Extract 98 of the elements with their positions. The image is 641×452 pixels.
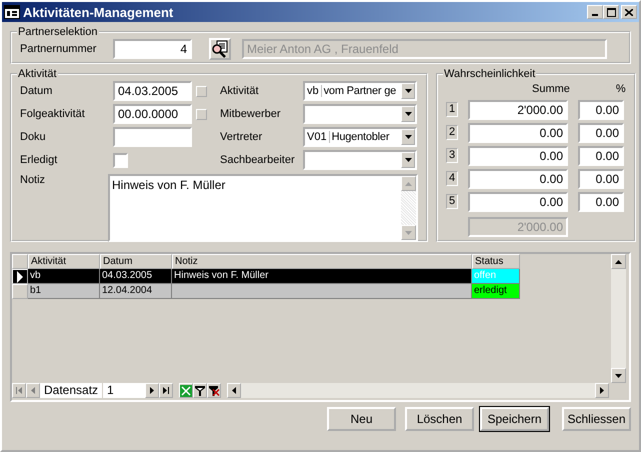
maximize-button[interactable] <box>603 5 619 19</box>
minimize-button[interactable] <box>587 5 603 19</box>
group-legend: Aktivität <box>17 68 58 80</box>
action-button[interactable]: Speichern <box>480 407 549 431</box>
caret-icon <box>404 158 412 162</box>
field-label: Notiz <box>20 174 46 188</box>
right-arrow-icon <box>600 387 604 394</box>
up-arrow-icon <box>405 182 412 186</box>
last-icon <box>163 387 170 394</box>
first-record-button[interactable] <box>12 383 26 398</box>
level-number: 4 <box>446 171 458 186</box>
sum-field[interactable]: 0.00 <box>468 122 568 142</box>
scrollbar[interactable] <box>401 176 416 240</box>
calendar-button[interactable] <box>196 108 207 120</box>
level-number: 2 <box>446 125 458 140</box>
partner-number-field[interactable]: 4 <box>113 39 192 59</box>
first-icon <box>16 387 22 394</box>
right-arrow-icon <box>150 387 154 394</box>
left-arrow-icon <box>232 387 236 394</box>
filter-off-icon <box>208 386 220 396</box>
column-header: Summe <box>532 83 570 95</box>
column-header[interactable]: Status <box>472 254 520 269</box>
filter-button[interactable] <box>193 383 208 398</box>
checkbox[interactable] <box>113 152 128 168</box>
table-cell: vb <box>28 269 100 284</box>
sum-field[interactable]: 0.00 <box>468 192 568 212</box>
note-field[interactable]: Hinweis von F. Müller <box>108 174 418 242</box>
search-button[interactable] <box>209 38 231 60</box>
column-header[interactable]: Datum <box>100 254 172 269</box>
field-label: Sachbearbeiter <box>220 154 296 166</box>
field-label: Erledigt <box>20 154 58 166</box>
action-button[interactable]: Schliessen <box>562 407 631 431</box>
clear-filter-button[interactable] <box>207 383 222 398</box>
table-cell: 12.04.2004 <box>100 284 172 299</box>
window-icon <box>4 5 20 19</box>
level-number: 1 <box>446 102 458 117</box>
action-button[interactable]: Neu <box>327 407 396 431</box>
record-label: Datensatz <box>40 383 102 398</box>
action-button[interactable]: Löschen <box>405 407 474 431</box>
percent-field[interactable]: 0.00 <box>578 168 624 188</box>
percent-field[interactable]: 0.00 <box>578 146 624 166</box>
field-label: Mitbewerber <box>220 108 282 120</box>
dropdown[interactable]: vb vom Partner ge <box>303 81 417 101</box>
close-button[interactable] <box>621 5 637 19</box>
date-field[interactable]: 04.03.2005 <box>113 81 192 101</box>
date-field[interactable]: 00.00.0000 <box>113 104 192 124</box>
column-header[interactable]: Notiz <box>172 254 472 269</box>
sum-field[interactable]: 0.00 <box>468 168 568 188</box>
group-legend: Partnerselektion <box>17 26 98 38</box>
table-cell: 04.03.2005 <box>100 269 172 284</box>
sum-field[interactable]: 0.00 <box>468 146 568 166</box>
level-number: 5 <box>446 194 458 209</box>
level-number: 3 <box>446 148 458 163</box>
status-cell: offen <box>472 269 520 284</box>
calendar-button[interactable] <box>196 86 207 96</box>
group-legend: Wahrscheinlichkeit <box>443 68 536 80</box>
down-arrow-icon <box>405 230 412 234</box>
previous-record-button[interactable] <box>26 383 40 398</box>
current-row-icon <box>16 270 24 282</box>
sum-field[interactable]: 2'000.00 <box>468 100 568 120</box>
up-arrow-icon <box>615 260 622 264</box>
field-label: Aktivität <box>220 85 260 97</box>
field-label: Partnernummer <box>20 43 98 55</box>
record-number-field[interactable]: 1 <box>102 383 146 398</box>
window-title: Aktivitäten-Management <box>23 4 174 20</box>
row-indicator[interactable] <box>12 269 28 284</box>
dropdown[interactable] <box>303 150 417 170</box>
caret-icon <box>404 89 412 93</box>
table-cell: b1 <box>28 284 100 299</box>
field-label: Folgeaktivität <box>20 108 86 120</box>
percent-field[interactable]: 0.00 <box>578 100 624 120</box>
field-label: Doku <box>20 131 47 143</box>
horizontal-scrollbar[interactable] <box>227 383 609 398</box>
vertical-scrollbar[interactable] <box>611 254 626 383</box>
percent-field[interactable]: 0.00 <box>578 192 624 212</box>
column-header[interactable]: Aktivität <box>28 254 100 269</box>
dropdown[interactable]: V01 Hugentobler <box>303 127 417 147</box>
dropdown[interactable] <box>303 104 417 124</box>
status-cell: erledigt <box>472 284 520 299</box>
partner-name-field: Meier Anton AG , Frauenfeld <box>242 39 607 59</box>
column-header: % <box>616 83 626 95</box>
down-arrow-icon <box>615 374 622 378</box>
filter-icon <box>195 386 206 396</box>
text-field[interactable] <box>113 127 192 147</box>
search-icon <box>211 40 229 58</box>
table-cell: Hinweis von F. Müller <box>172 269 472 284</box>
last-record-button[interactable] <box>159 383 174 398</box>
percent-field[interactable]: 0.00 <box>578 122 624 142</box>
total-field: 2'000.00 <box>468 216 568 236</box>
close-icon <box>625 8 633 16</box>
caret-icon <box>404 135 412 139</box>
spreadsheet-icon <box>180 384 192 396</box>
left-arrow-icon <box>31 387 35 394</box>
caret-icon <box>404 112 412 116</box>
field-label: Datum <box>20 85 54 97</box>
field-label: Vertreter <box>220 131 264 143</box>
next-record-button[interactable] <box>145 383 160 398</box>
maximize-icon <box>606 8 616 16</box>
